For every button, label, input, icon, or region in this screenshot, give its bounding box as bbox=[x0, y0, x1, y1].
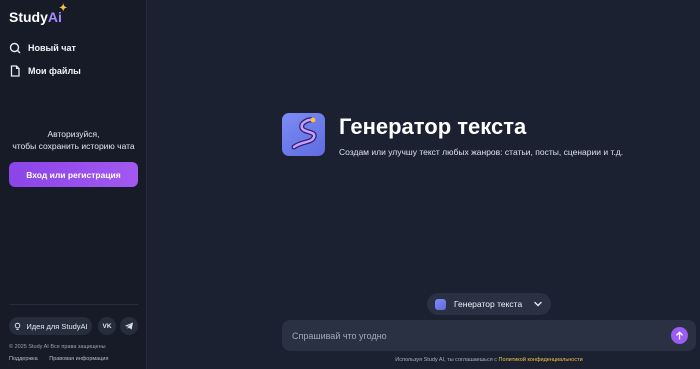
sidebar: StudyAi ✦ Новый чат Мои файлы Авторизуйс… bbox=[0, 0, 147, 369]
login-register-button[interactable]: Вход или регистрация bbox=[9, 162, 138, 187]
nav-my-files[interactable]: Мои файлы bbox=[9, 63, 81, 79]
logo-text: Study bbox=[9, 9, 48, 25]
telegram-icon bbox=[125, 322, 133, 330]
prompt-input[interactable] bbox=[292, 328, 652, 343]
lightbulb-icon bbox=[15, 322, 21, 330]
vk-icon: VK bbox=[102, 322, 112, 330]
footer-links: Поддержка Правовая информация bbox=[9, 356, 118, 362]
privacy-disclaimer: Используя Study AI, ты соглашаешься с По… bbox=[282, 357, 696, 363]
nav-my-files-label: Мои файлы bbox=[28, 66, 81, 76]
auth-prompt-line2: чтобы сохранить историю чата bbox=[12, 141, 135, 151]
chevron-down-icon bbox=[534, 301, 542, 307]
search-icon bbox=[9, 42, 21, 54]
nav-new-chat[interactable]: Новый чат bbox=[9, 40, 76, 56]
arrow-up-icon bbox=[676, 331, 683, 340]
prompt-box bbox=[282, 320, 696, 351]
auth-prompt: Авторизуйся, чтобы сохранить историю чат… bbox=[0, 128, 147, 152]
spiral-icon bbox=[291, 117, 317, 150]
page-title: Генератор текста bbox=[339, 114, 527, 139]
divider bbox=[9, 304, 138, 305]
nav-new-chat-label: Новый чат bbox=[28, 43, 76, 53]
idea-button[interactable]: Идея для StudyAI bbox=[9, 317, 92, 335]
legal-info-link[interactable]: Правовая информация bbox=[49, 356, 108, 362]
text-generator-logo bbox=[282, 113, 325, 156]
model-selector[interactable]: Генератор текста bbox=[427, 293, 551, 315]
auth-prompt-line1: Авторизуйся, bbox=[47, 129, 100, 139]
model-selector-label: Генератор текста bbox=[454, 299, 523, 309]
privacy-policy-link[interactable]: Политикой конфиденциальности bbox=[499, 357, 583, 363]
file-icon bbox=[10, 65, 20, 77]
idea-button-label: Идея для StudyAI bbox=[26, 321, 88, 331]
telegram-button[interactable] bbox=[120, 317, 138, 335]
disclaimer-text: Используя Study AI, ты соглашаешься с bbox=[395, 357, 498, 363]
vk-button[interactable]: VK bbox=[98, 317, 116, 335]
send-button[interactable] bbox=[671, 327, 688, 344]
sparkle-icon: ✦ bbox=[59, 3, 68, 14]
text-generator-icon bbox=[435, 298, 446, 310]
page-subtitle: Создам или улучшу текст любых жанров: ст… bbox=[339, 147, 624, 157]
logo[interactable]: StudyAi ✦ bbox=[9, 3, 67, 25]
copyright: © 2025 Study AI Все права защищены bbox=[9, 344, 106, 350]
support-link[interactable]: Поддержка bbox=[9, 356, 38, 362]
